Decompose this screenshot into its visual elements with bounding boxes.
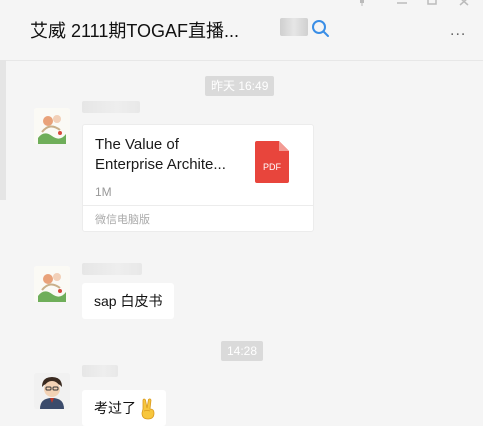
search-icon[interactable] xyxy=(310,18,330,38)
message-text: 考过了 xyxy=(94,400,136,416)
timestamp: 14:28 xyxy=(221,341,264,361)
sender-name-redacted xyxy=(82,365,118,377)
file-message-card[interactable]: The Value of Enterprise Archite... PDF 1… xyxy=(82,124,314,232)
text-message-bubble[interactable]: 考过了 xyxy=(82,390,166,426)
more-options-button[interactable]: ... xyxy=(450,22,466,40)
avatar-illustration xyxy=(34,266,70,302)
maximize-icon[interactable] xyxy=(426,0,438,6)
sender-name-redacted xyxy=(82,101,140,113)
avatar[interactable] xyxy=(34,373,70,409)
avatar[interactable] xyxy=(34,266,70,302)
pdf-file-icon: PDF xyxy=(255,141,289,183)
timestamp: 昨天 16:49 xyxy=(205,76,275,96)
close-icon[interactable] xyxy=(458,0,470,6)
redacted-name-mask xyxy=(280,18,308,36)
file-name-line-1: The Value of xyxy=(95,136,179,153)
avatar-illustration xyxy=(34,373,70,409)
avatar[interactable] xyxy=(34,108,70,144)
window-edge xyxy=(0,60,6,200)
sender-name-redacted xyxy=(82,263,142,275)
victory-hand-emoji xyxy=(141,398,155,420)
file-name: The Value of Enterprise Archite... xyxy=(95,135,245,175)
chat-header: 艾威 2111期TOGAF直播... ... xyxy=(0,0,483,61)
divider xyxy=(83,205,313,206)
file-source: 微信电脑版 xyxy=(95,214,150,226)
file-name-line-2: Enterprise Archite... xyxy=(95,156,226,173)
minimize-icon[interactable] xyxy=(396,0,408,6)
text-message-bubble[interactable]: sap 白皮书 xyxy=(82,283,175,319)
file-size: 1M xyxy=(95,185,112,199)
pdf-type-label: PDF xyxy=(263,162,282,172)
pin-icon[interactable] xyxy=(356,0,368,6)
avatar-illustration xyxy=(34,108,70,144)
chat-title[interactable]: 艾威 2111期TOGAF直播... xyxy=(30,17,239,43)
